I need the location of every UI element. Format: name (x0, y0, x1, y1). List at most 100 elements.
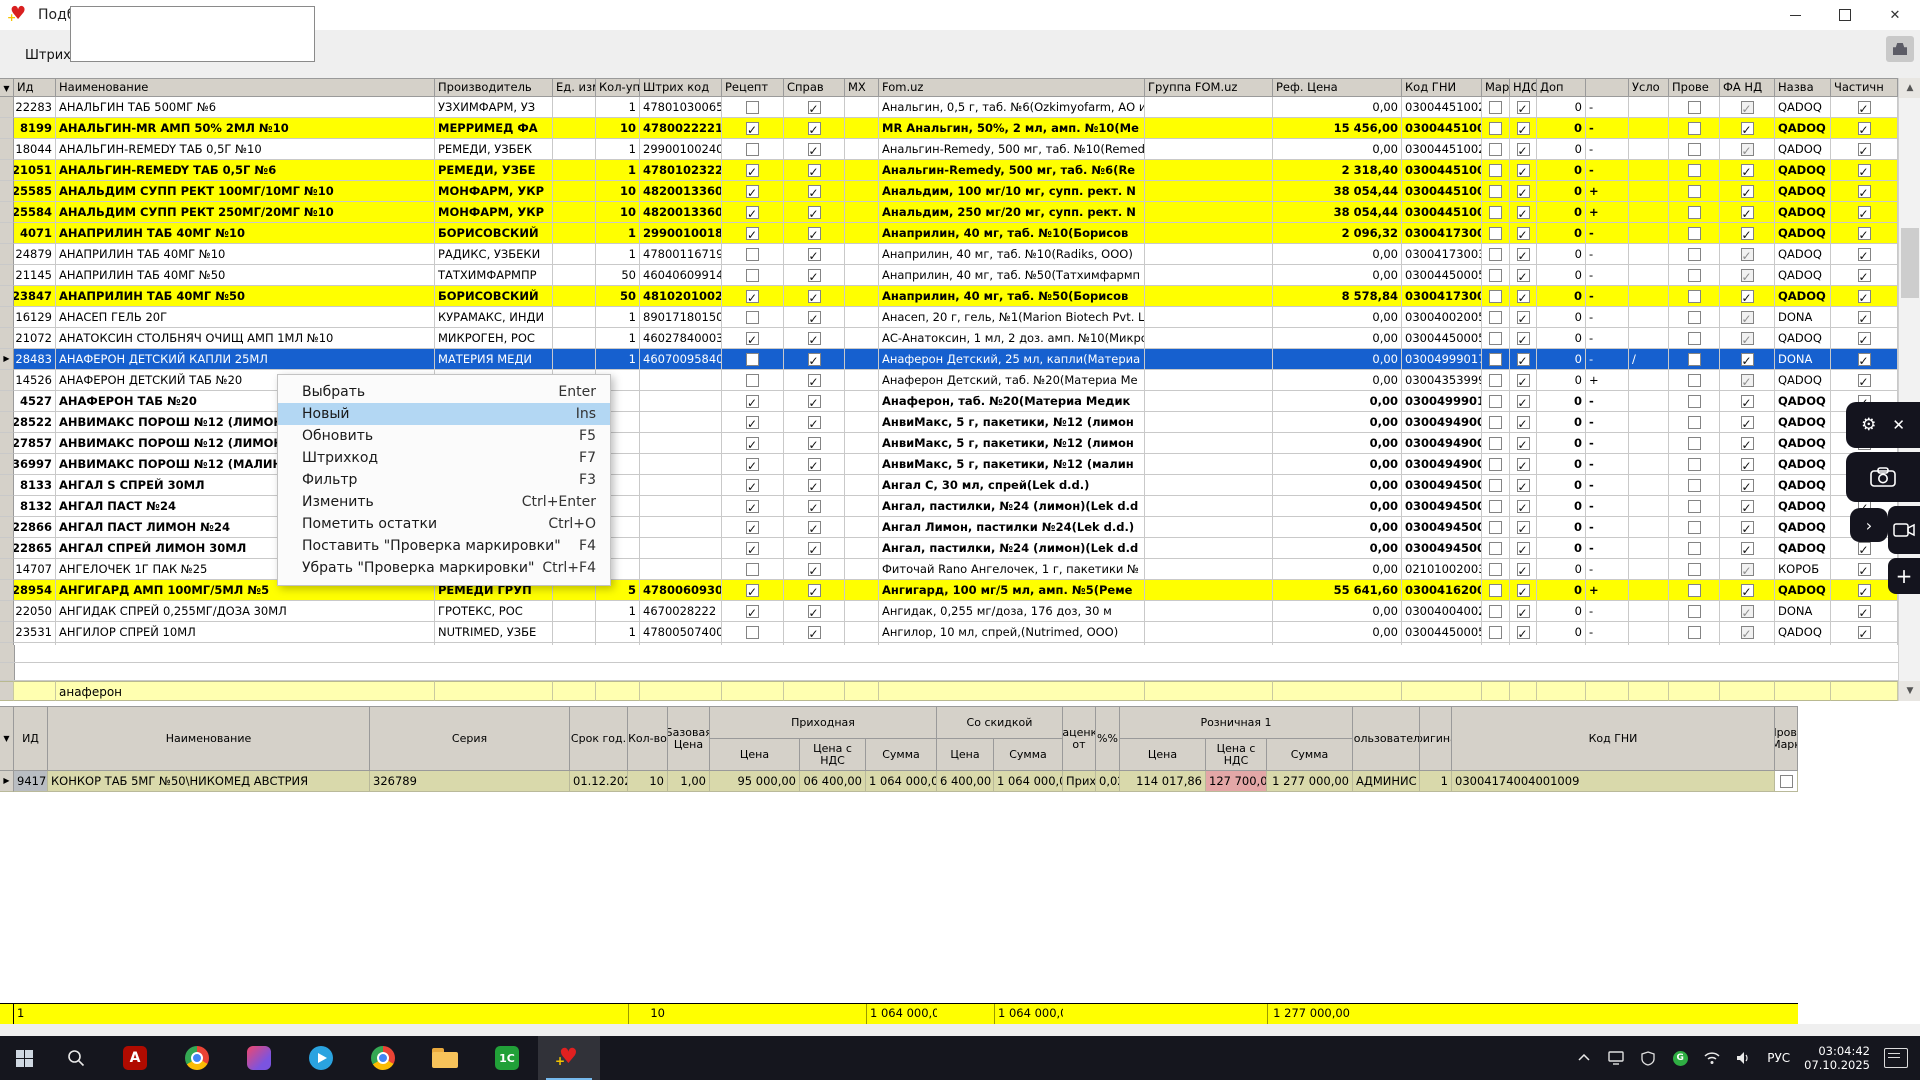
prove-checkbox[interactable] (1687, 436, 1701, 450)
column-header[interactable]: Ед. изм (553, 78, 596, 97)
nds-checkbox[interactable] (1516, 498, 1530, 516)
filter-cell[interactable] (1629, 681, 1669, 701)
nds-checkbox[interactable] (1516, 309, 1530, 327)
mark-checkbox[interactable] (1489, 373, 1502, 387)
prove-checkbox[interactable] (1687, 289, 1701, 303)
filter-cell[interactable] (596, 681, 640, 701)
fa-nd-checkbox[interactable] (1740, 267, 1754, 285)
sprav-checkbox[interactable] (807, 267, 821, 285)
taskbar-app-browser[interactable] (352, 1036, 414, 1080)
fa-nd-checkbox[interactable] (1740, 120, 1754, 138)
scroll-thumb[interactable] (1901, 228, 1919, 298)
add-button[interactable]: + (1888, 558, 1920, 594)
column-header[interactable] (1586, 78, 1629, 97)
sprav-checkbox[interactable] (807, 582, 821, 600)
nds-checkbox[interactable] (1516, 162, 1530, 180)
partial-checkbox[interactable] (1857, 141, 1871, 159)
nds-checkbox[interactable] (1516, 225, 1530, 243)
recept-checkbox[interactable] (746, 373, 759, 387)
recept-checkbox[interactable] (746, 142, 759, 156)
clock[interactable]: 03:04:42 07.10.2025 (1804, 1044, 1870, 1072)
column-header[interactable]: Код ГНИ (1402, 78, 1482, 97)
filter-cell[interactable] (1775, 681, 1831, 701)
column-header[interactable]: Прове (1669, 78, 1720, 97)
fa-nd-checkbox[interactable] (1740, 141, 1754, 159)
recept-checkbox[interactable] (746, 519, 759, 537)
nds-checkbox[interactable] (1516, 603, 1530, 621)
prove-checkbox[interactable] (1687, 457, 1701, 471)
filter-cell[interactable] (879, 681, 1145, 701)
recept-checkbox[interactable] (746, 183, 759, 201)
partial-checkbox[interactable] (1857, 603, 1871, 621)
nds-checkbox[interactable] (1516, 435, 1530, 453)
mark-checkbox[interactable] (1489, 184, 1502, 198)
filter-cell[interactable] (1537, 681, 1586, 701)
filter-cell[interactable] (1510, 681, 1537, 701)
prove-checkbox[interactable] (1687, 394, 1701, 408)
nds-checkbox[interactable] (1516, 582, 1530, 600)
minimize-button[interactable] (1770, 0, 1820, 30)
fa-nd-checkbox[interactable] (1740, 414, 1754, 432)
sprav-checkbox[interactable] (807, 162, 821, 180)
taskbar-app-acrobat[interactable]: A (104, 1036, 166, 1080)
recept-checkbox[interactable] (746, 603, 759, 621)
recept-checkbox[interactable] (746, 120, 759, 138)
product-row[interactable]: 21145 АНАПРИЛИН ТАБ 40МГ №50 ТАТХИМФАРМПР 5… (0, 265, 1898, 286)
start-button[interactable] (0, 1036, 48, 1080)
column-header[interactable]: Справ (784, 78, 845, 97)
cell-prove-mark[interactable] (1775, 771, 1798, 792)
taskbar-app-telegram[interactable] (290, 1036, 352, 1080)
fa-nd-checkbox[interactable] (1740, 456, 1754, 474)
col-prihod-summa[interactable]: Сумма (866, 739, 937, 771)
filter-cell[interactable] (1831, 681, 1898, 701)
sprav-checkbox[interactable] (807, 477, 821, 495)
recept-checkbox[interactable] (746, 288, 759, 306)
sprav-checkbox[interactable] (807, 372, 821, 390)
fa-nd-checkbox[interactable] (1740, 435, 1754, 453)
prove-checkbox[interactable] (1687, 142, 1701, 156)
mark-checkbox[interactable] (1489, 562, 1502, 576)
recept-checkbox[interactable] (746, 540, 759, 558)
filter-cell[interactable] (553, 681, 596, 701)
partial-checkbox[interactable] (1857, 330, 1871, 348)
product-row[interactable]: 25585 АНАЛЬДИМ СУПП РЕКТ 100МГ/10МГ №10 МО… (0, 181, 1898, 202)
nds-checkbox[interactable] (1516, 141, 1530, 159)
partial-checkbox[interactable] (1857, 162, 1871, 180)
mark-checkbox[interactable] (1489, 604, 1502, 618)
sprav-checkbox[interactable] (807, 393, 821, 411)
column-header[interactable]: Наименование (56, 78, 435, 97)
nds-checkbox[interactable] (1516, 624, 1530, 642)
column-header[interactable]: Fom.uz (879, 78, 1145, 97)
prove-checkbox[interactable] (1687, 163, 1701, 177)
fa-nd-checkbox[interactable] (1740, 372, 1754, 390)
mark-checkbox[interactable] (1489, 268, 1502, 282)
mark-checkbox[interactable] (1489, 457, 1502, 471)
product-row[interactable]: 18044 АНАЛЬГИН-REMEDY ТАБ 0,5Г №10 РЕМЕДИ,… (0, 139, 1898, 160)
col-skidka-cena[interactable]: Цена (937, 739, 994, 771)
column-header[interactable]: Рецепт (722, 78, 784, 97)
product-row[interactable]: 22050 АНГИДАК СПРЕЙ 0,255МГ/ДОЗА 30МЛ ГРОТ… (0, 601, 1898, 622)
mark-checkbox[interactable] (1489, 289, 1502, 303)
nds-checkbox[interactable] (1516, 561, 1530, 579)
fa-nd-checkbox[interactable] (1740, 519, 1754, 537)
sprav-checkbox[interactable] (807, 204, 821, 222)
filter-cell[interactable] (640, 681, 722, 701)
fa-nd-checkbox[interactable] (1740, 351, 1754, 369)
partial-checkbox[interactable] (1857, 288, 1871, 306)
recept-checkbox[interactable] (746, 435, 759, 453)
fa-nd-checkbox[interactable] (1740, 603, 1754, 621)
prove-checkbox[interactable] (1687, 625, 1701, 639)
recept-checkbox[interactable] (746, 352, 759, 366)
fa-nd-checkbox[interactable] (1740, 183, 1754, 201)
mark-checkbox[interactable] (1489, 331, 1502, 345)
column-header[interactable]: МХ (845, 78, 879, 97)
fa-nd-checkbox[interactable] (1740, 246, 1754, 264)
filter-text[interactable]: анаферон (56, 681, 435, 701)
filter-cell[interactable] (784, 681, 845, 701)
column-header[interactable]: Марк (1482, 78, 1510, 97)
prove-checkbox[interactable] (1687, 373, 1701, 387)
filter-cell[interactable] (1586, 681, 1629, 701)
column-header[interactable]: ФА НД (1720, 78, 1775, 97)
recept-checkbox[interactable] (746, 562, 759, 576)
mark-checkbox[interactable] (1489, 226, 1502, 240)
